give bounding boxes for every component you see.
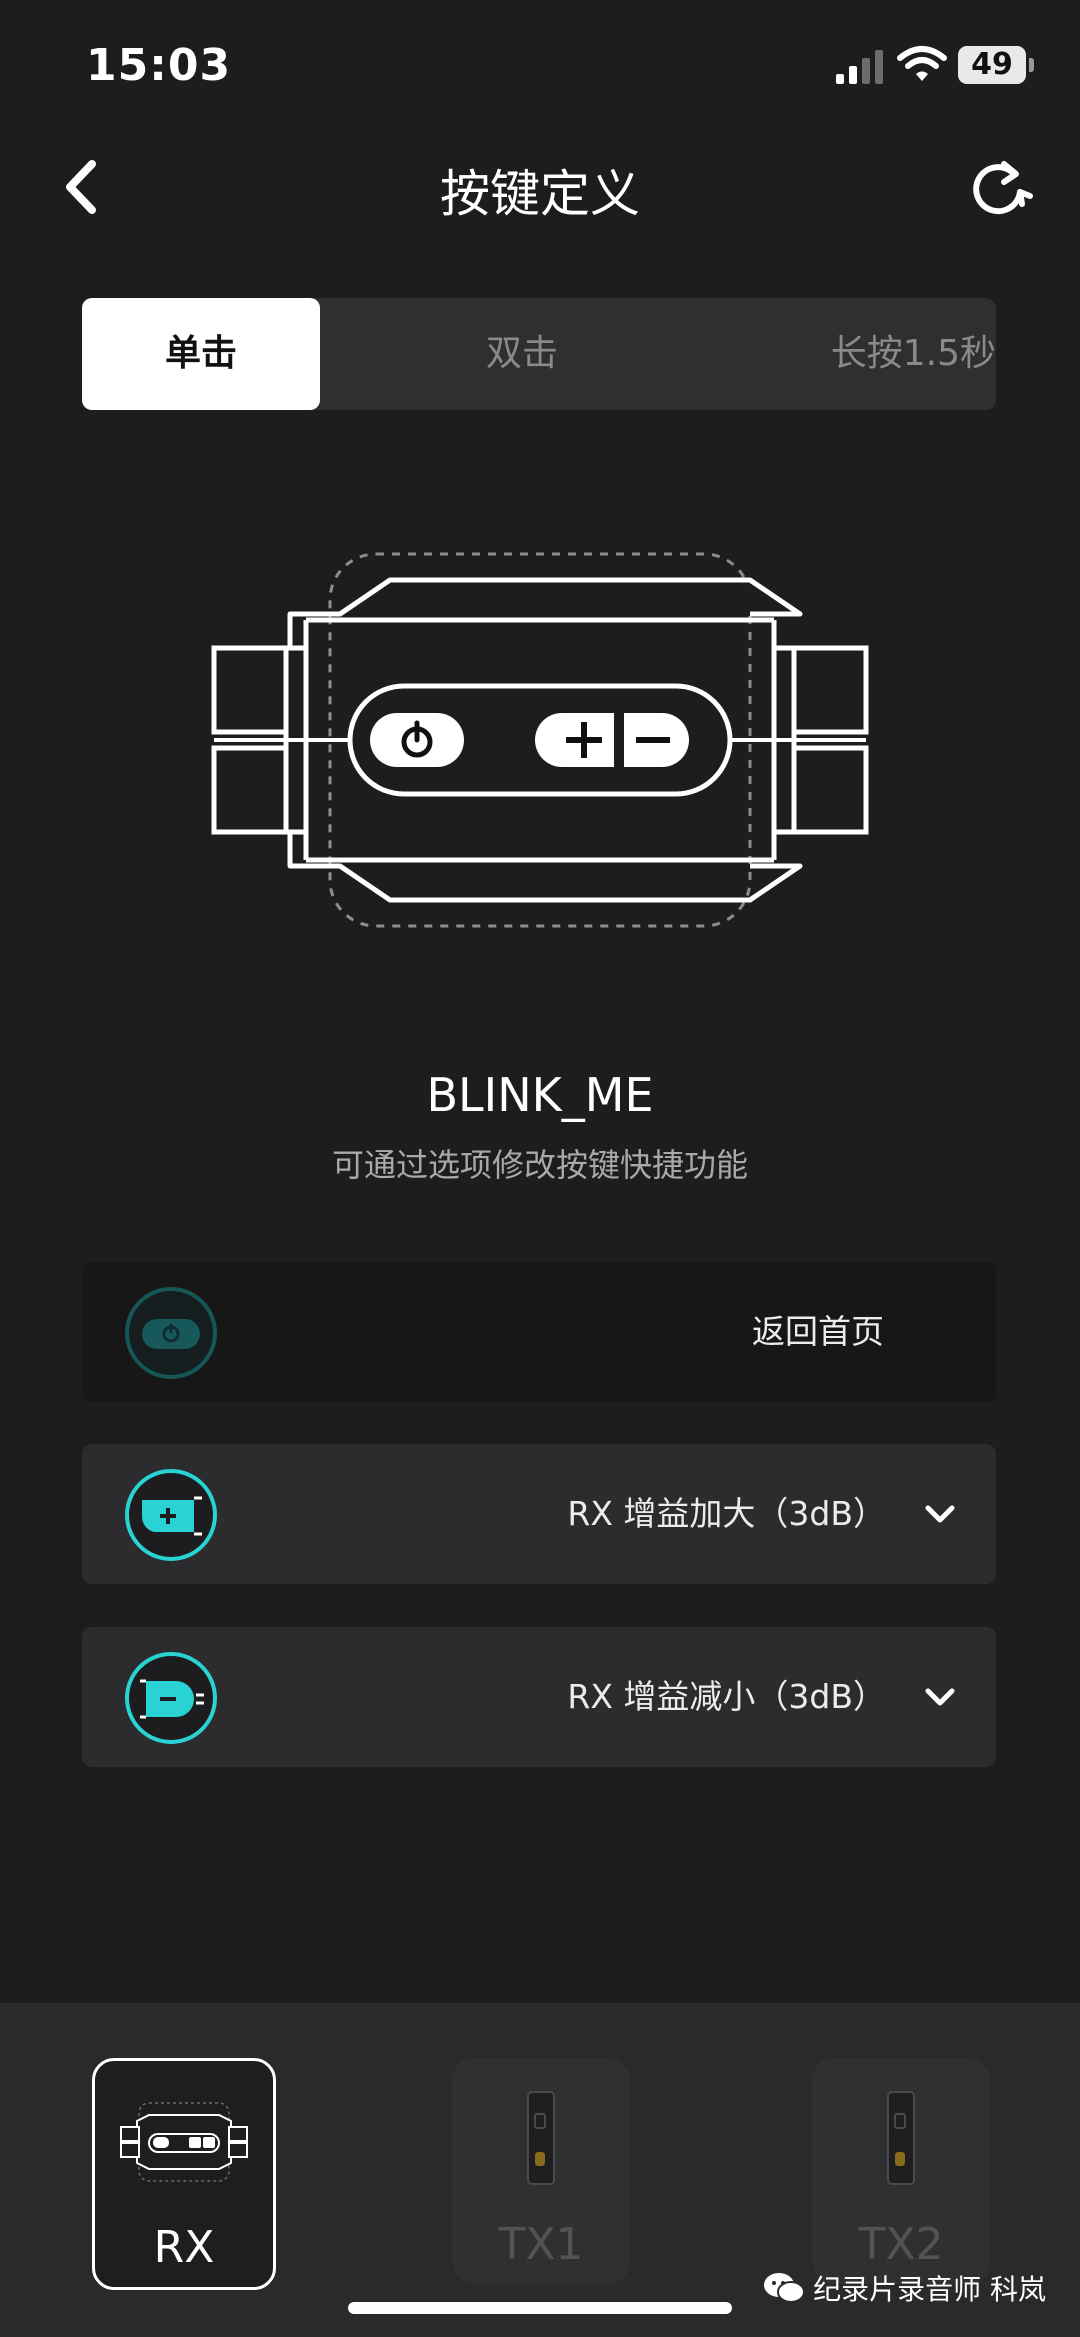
back-button[interactable] — [54, 152, 114, 222]
home-indicator[interactable] — [348, 2302, 732, 2314]
transmitter-thumbnail-icon — [527, 2091, 555, 2185]
plus-button-icon — [125, 1469, 217, 1561]
battery-indicator: 49 — [958, 46, 1026, 84]
device-name: BLINK_ME — [426, 1068, 654, 1122]
battery-cap — [1029, 58, 1034, 72]
wechat-icon — [764, 2273, 806, 2303]
reset-icon[interactable] — [960, 152, 1036, 222]
wifi-icon — [897, 46, 947, 81]
plus-button-action-row[interactable]: RX 增益加大（3dB） — [82, 1444, 996, 1584]
minus-button-action-row[interactable]: RX 增益减小（3dB） — [82, 1627, 996, 1767]
device-tab-tx2-label: TX2 — [858, 2219, 944, 2270]
tab-long-press[interactable]: 长按1.5秒 — [732, 298, 996, 410]
plus-action-label: RX 增益加大（3dB） — [567, 1494, 886, 1533]
chevron-down-icon[interactable] — [922, 1679, 958, 1715]
device-tab-tx2[interactable]: TX2 — [812, 2058, 990, 2284]
device-tab-tx1[interactable]: TX1 — [452, 2058, 630, 2284]
receiver-thumbnail-icon — [120, 2102, 248, 2182]
minus-button-icon — [125, 1652, 217, 1744]
device-tab-rx-label: RX — [153, 2222, 215, 2273]
device-subtitle: 可通过选项修改按键快捷功能 — [331, 1146, 748, 1184]
power-button-icon — [125, 1287, 217, 1379]
receiver-device-illustration — [211, 552, 869, 928]
page-title: 按键定义 — [440, 165, 640, 223]
device-tab-rx[interactable]: RX — [92, 2058, 276, 2290]
chevron-down-icon[interactable] — [922, 1496, 958, 1532]
power-action-label: 返回首页 — [752, 1312, 884, 1351]
minus-action-label: RX 增益减小（3dB） — [567, 1677, 886, 1716]
status-time: 15:03 — [86, 40, 232, 91]
power-button-action-row: 返回首页 — [82, 1262, 996, 1402]
cellular-signal-icon — [836, 50, 883, 84]
transmitter-thumbnail-icon — [887, 2091, 915, 2185]
watermark: 纪录片录音师 科岚 — [763, 2268, 1046, 2308]
tab-single-press[interactable]: 单击 — [82, 298, 320, 410]
tab-double-press[interactable]: 双击 — [382, 298, 662, 410]
device-tab-tx1-label: TX1 — [498, 2219, 584, 2270]
watermark-text: 纪录片录音师 科岚 — [813, 2273, 1046, 2306]
press-type-segmented-control: 单击 双击 长按1.5秒 — [82, 298, 996, 410]
